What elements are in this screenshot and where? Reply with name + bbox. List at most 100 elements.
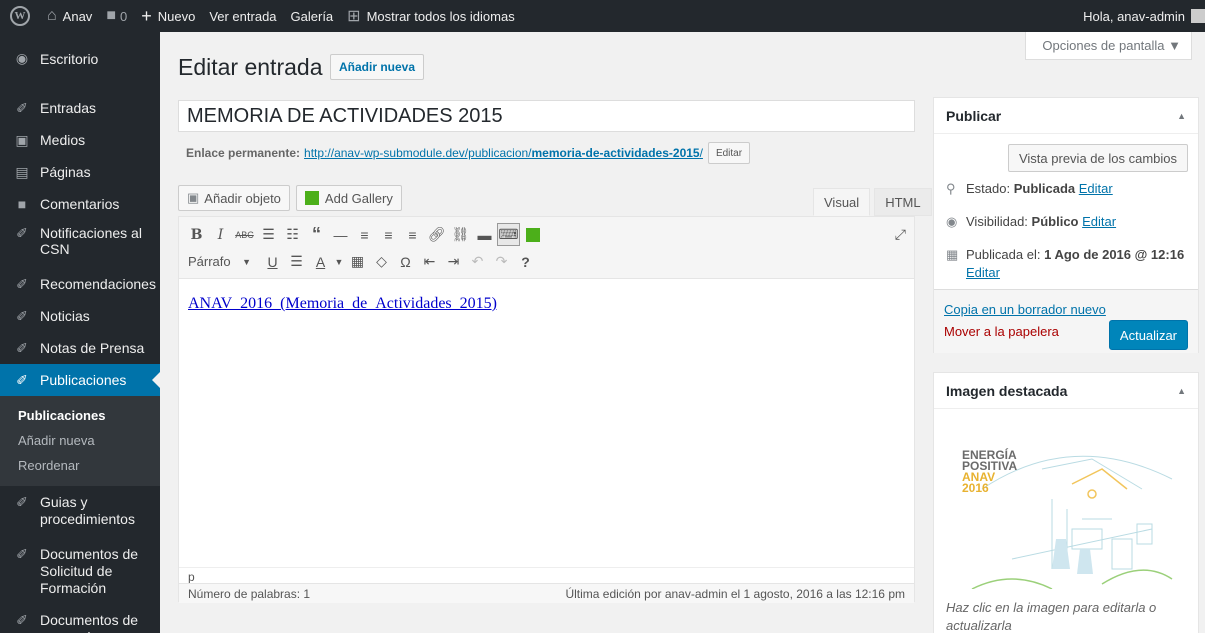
sidebar-item-notas-prensa[interactable]: ✐ Notas de Prensa (0, 332, 160, 364)
bold-button[interactable]: B (185, 223, 208, 246)
toolbar-toggle-button[interactable]: ⌨︎ (497, 223, 520, 246)
submenu-reordenar[interactable]: Reordenar (0, 453, 160, 478)
new-content-menu[interactable]: + Nuevo (134, 0, 202, 32)
sidebar-item-noticias[interactable]: ✐ Noticias (0, 300, 160, 332)
add-media-button[interactable]: ▣ Añadir objeto (178, 185, 290, 211)
underline-button[interactable]: U (261, 250, 284, 273)
copy-draft-link[interactable]: Copia en un borrador nuevo (944, 302, 1106, 317)
sidebar-item-escritorio[interactable]: ◉ Escritorio (0, 38, 160, 79)
editor-status-bar: Número de palabras: 1 Última edición por… (179, 583, 914, 603)
justify-button[interactable]: ☰ (285, 250, 308, 273)
sidebar-item-label: Documentos de Solicitud de Formación (40, 546, 139, 596)
special-character-button[interactable]: Ω (394, 250, 417, 273)
featured-image[interactable]: ENERGÍA POSITIVA ANAV 2016 (952, 429, 1182, 590)
text-color-dropdown-icon[interactable]: ▼ (333, 250, 345, 273)
edit-date-link[interactable]: Editar (966, 265, 1000, 280)
unlink-icon[interactable]: ⛓︎ (449, 223, 472, 246)
sidebar-item-comentarios[interactable]: ■ Comentarios (0, 188, 160, 220)
edit-status-link[interactable]: Editar (1079, 181, 1113, 196)
bullet-list-button[interactable]: ☰ (257, 223, 280, 246)
horizontal-rule-button[interactable]: — (329, 223, 352, 246)
pin-icon: ✐ (16, 612, 28, 628)
publish-actions: Copia en un borrador nuevo Mover a la pa… (934, 289, 1198, 353)
sidebar-item-notificaciones[interactable]: ✐ Notificaciones al CSN (0, 220, 160, 268)
content-link[interactable]: ANAV_2016_(Memoria_de_Actividades_2015) (188, 295, 497, 312)
outdent-button[interactable]: ⇤ (418, 250, 441, 273)
align-left-button[interactable]: ≡ (353, 223, 376, 246)
format-select[interactable]: Párrafo ▼ (185, 250, 255, 273)
comments-link[interactable]: ■ 0 (99, 0, 134, 32)
text-color-button[interactable]: A (309, 250, 332, 273)
editor-path: p (179, 567, 914, 584)
indent-button[interactable]: ⇥ (442, 250, 465, 273)
gallery-plugin-button[interactable] (521, 223, 544, 246)
sidebar-item-label: Comentarios (40, 196, 120, 212)
my-account-menu[interactable]: Hola, anav-admin (1076, 0, 1205, 32)
align-right-button[interactable]: ≡ (401, 223, 424, 246)
admin-bar: W ⌂ Anav ■ 0 + Nuevo Ver entrada Galería… (0, 0, 1205, 32)
read-more-button[interactable]: ▬ (473, 223, 496, 246)
published-label: Publicada el: (966, 247, 1041, 262)
tab-html[interactable]: HTML (874, 188, 932, 216)
tab-visual[interactable]: Visual (813, 188, 871, 216)
featured-image-note: Haz clic en la imagen para editarla o ac… (946, 600, 1157, 633)
comments-count: 0 (119, 8, 128, 24)
sidebar-item-label: Escritorio (40, 50, 99, 67)
featured-image-header[interactable]: Imagen destacada ▲ (934, 373, 1198, 409)
sidebar-item-entradas[interactable]: ✐ Entradas (0, 92, 160, 124)
pin-icon: ✐ (16, 494, 28, 510)
blockquote-button[interactable]: “ (305, 223, 328, 246)
align-center-button[interactable]: ≡ (377, 223, 400, 246)
sidebar-item-paginas[interactable]: ▤ Páginas (0, 156, 160, 188)
gallery-link[interactable]: Galería (284, 0, 341, 32)
undo-button[interactable]: ↶ (466, 250, 489, 273)
sidebar-item-medios[interactable]: ▣ Medios (0, 124, 160, 156)
new-label: Nuevo (157, 8, 196, 24)
pin-icon: ✐ (16, 99, 28, 116)
languages-link[interactable]: ⊞ Mostrar todos los idiomas (340, 0, 522, 32)
screen-options-button[interactable]: Opciones de pantalla ▼ (1025, 32, 1192, 60)
comment-icon: ■ (106, 7, 116, 24)
edit-visibility-link[interactable]: Editar (1082, 214, 1116, 229)
sidebar-item-label: Notas de Prensa (40, 340, 145, 356)
redo-button[interactable]: ↷ (490, 250, 513, 273)
collapse-icon[interactable]: ▲ (1177, 386, 1186, 396)
sidebar-item-guias[interactable]: ✐ Guias y procedimientos (0, 486, 160, 538)
add-gallery-button[interactable]: Add Gallery (295, 185, 402, 211)
sidebar-item-documentos-formacion[interactable]: ✐ Documentos de Solicitud de Formación (0, 538, 160, 604)
sidebar-item-documentos-proveedores[interactable]: ✐ Documentos de proveedores (0, 604, 160, 633)
published-row: ▦ Publicada el: 1 Ago de 2016 @ 12:16 Edi… (934, 246, 1198, 282)
wordpress-logo[interactable]: W (0, 0, 40, 32)
site-name-link[interactable]: ⌂ Anav (40, 0, 99, 32)
collapse-icon[interactable]: ▲ (1177, 111, 1186, 121)
publish-box-header[interactable]: Publicar ▲ (934, 98, 1198, 134)
view-post-link[interactable]: Ver entrada (202, 0, 283, 32)
edit-permalink-button[interactable]: Editar (707, 142, 751, 164)
help-icon[interactable]: ? (514, 250, 537, 273)
clear-formatting-button[interactable]: ◇ (370, 250, 393, 273)
submenu-publicaciones[interactable]: Publicaciones (0, 403, 160, 428)
update-button[interactable]: Actualizar (1108, 320, 1188, 350)
visibility-row: ◉ Visibilidad: Público Editar (934, 213, 1198, 231)
editor-content[interactable]: ANAV_2016_(Memoria_de_Actividades_2015) (179, 279, 914, 564)
sidebar-item-recomendaciones[interactable]: ✐ Recomendaciones (0, 268, 160, 300)
sidebar-item-label: Páginas (40, 164, 91, 180)
link-icon[interactable]: 🔗︎ (425, 223, 448, 246)
strikethrough-button[interactable]: ABC (233, 223, 256, 246)
sidebar-item-label: Entradas (40, 100, 97, 116)
move-to-trash-link[interactable]: Mover a la papelera (944, 324, 1059, 339)
greeting: Hola, anav-admin (1083, 8, 1185, 24)
submenu-anadir-nueva[interactable]: Añadir nueva (0, 428, 160, 453)
preview-changes-button[interactable]: Vista previa de los cambios (1007, 144, 1188, 172)
post-title-input[interactable]: MEMORIA DE ACTIVIDADES 2015 (178, 100, 915, 132)
permalink-link[interactable]: http://anav-wp-submodule.dev/publicacion… (304, 146, 703, 160)
italic-button[interactable]: I (209, 223, 232, 246)
sidebar-item-publicaciones[interactable]: ✐ Publicaciones (0, 364, 160, 396)
sidebar-item-label: Notificaciones al CSN (40, 225, 142, 257)
page-icon: ▤ (15, 163, 29, 180)
paste-text-button[interactable]: ▦ (346, 250, 369, 273)
add-new-button[interactable]: Añadir nueva (330, 54, 425, 80)
numbered-list-button[interactable]: ☷ (281, 223, 304, 246)
fullscreen-icon[interactable]: ⤢ (895, 226, 906, 243)
pin-icon: ✐ (16, 339, 28, 356)
